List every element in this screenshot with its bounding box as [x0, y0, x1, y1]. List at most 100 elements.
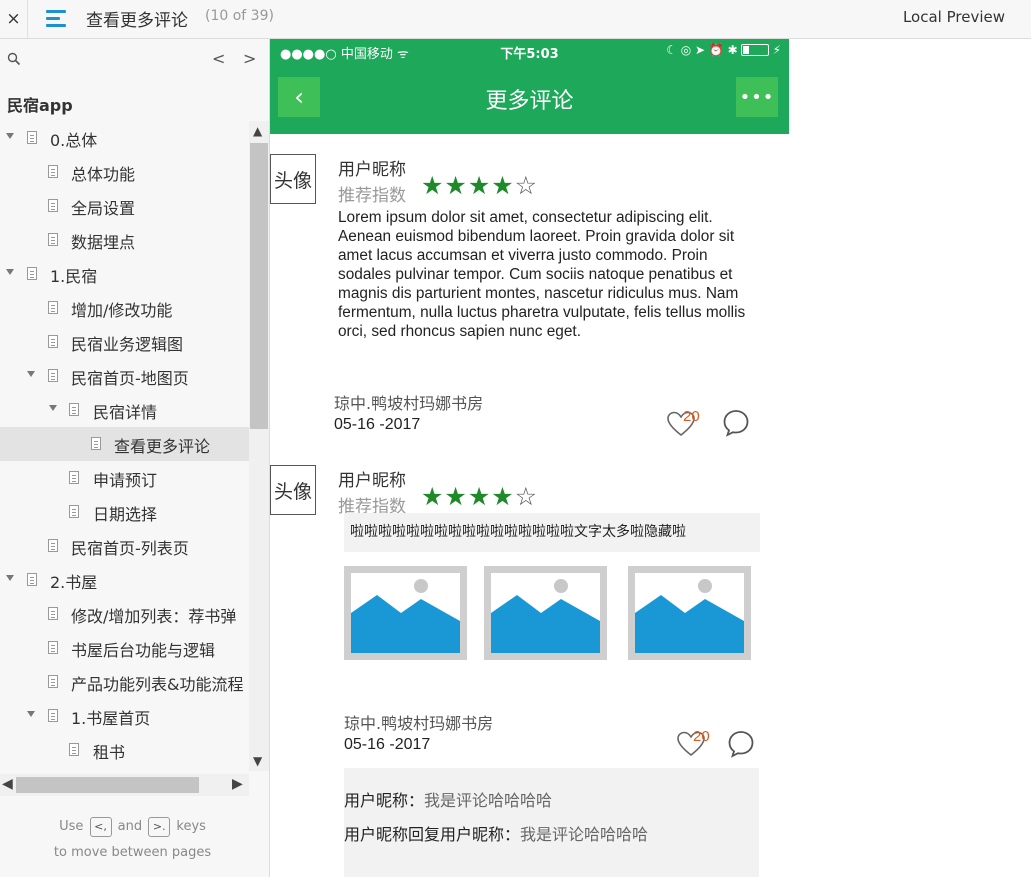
tree-item-label: 增加/修改功能: [71, 301, 173, 320]
review-image[interactable]: [628, 566, 751, 660]
tree-item-label: 产品功能列表&功能流程: [71, 675, 244, 694]
review-image[interactable]: [344, 566, 467, 660]
status-icons: ☾ ◎ ➤ ⏰ ✱ ⚡: [666, 43, 781, 57]
menu-icon[interactable]: [46, 9, 68, 29]
review-text: 啦啦啦啦啦啦啦啦啦啦啦啦啦啦啦啦文字太多啦隐藏啦: [344, 513, 760, 552]
scroll-up-icon[interactable]: ▲: [253, 124, 262, 138]
page-icon: [91, 437, 101, 450]
image-placeholder-icon: [491, 573, 600, 653]
hint-line2: to move between pages: [53, 845, 212, 860]
tree-item-map-home[interactable]: 民宿首页-地图页: [0, 359, 249, 393]
tree-item-donate-book[interactable]: 捐书: [0, 767, 249, 771]
hint-use: Use: [59, 819, 84, 834]
tree-item-label: 数据埋点: [71, 233, 136, 252]
page-icon: [48, 675, 58, 688]
reply-item[interactable]: 用户昵称回复用户昵称：我是评论哈哈哈哈: [344, 821, 648, 845]
reply-item[interactable]: 用户昵称：我是评论哈哈哈哈: [344, 787, 552, 811]
review-date: 05-16 -2017: [334, 416, 421, 433]
expand-arrow-icon[interactable]: [6, 575, 14, 581]
stars-filled: ★★★★: [421, 171, 515, 200]
scroll-thumb[interactable]: [16, 777, 199, 793]
more-button[interactable]: •••: [736, 77, 778, 117]
hint-keys: keys: [176, 819, 206, 834]
prev-page-button[interactable]: <: [212, 49, 225, 68]
tree-item-rent-book[interactable]: 租书: [0, 733, 249, 767]
tree-item-feature-list[interactable]: 产品功能列表&功能流程: [0, 665, 249, 699]
tree-item-global-settings[interactable]: 全局设置: [0, 189, 249, 223]
expand-arrow-icon[interactable]: [27, 371, 35, 377]
page-icon: [69, 743, 79, 756]
tree-item-label: 租书: [93, 743, 126, 762]
tree-item-label: 2.书屋: [50, 573, 98, 592]
expand-arrow-icon[interactable]: [27, 711, 35, 717]
page-icon: [48, 301, 58, 314]
review-location: 琼中.鸭坡村玛娜书房: [334, 394, 484, 413]
tree-item-more-reviews[interactable]: 查看更多评论: [0, 427, 249, 461]
reply-author: 用户昵称：: [344, 791, 425, 810]
tree-item-booking[interactable]: 申请预订: [0, 461, 249, 495]
tree-item-overall-features[interactable]: 总体功能: [0, 155, 249, 189]
avatar[interactable]: 头像: [270, 154, 316, 204]
expand-arrow-icon[interactable]: [6, 133, 14, 139]
hint-and: and: [117, 819, 143, 834]
page-icon: [48, 607, 58, 620]
rating-label: 推荐指数: [338, 186, 406, 206]
tree-item-backend-logic[interactable]: 书屋后台功能与逻辑: [0, 631, 249, 665]
nav-bar: ‹ 更多评论 •••: [270, 64, 789, 134]
user-nickname: 用户昵称: [338, 471, 406, 491]
scroll-down-icon[interactable]: ▼: [253, 754, 262, 768]
like-count: 20: [693, 728, 710, 745]
reply-text: 我是评论哈哈哈哈: [424, 791, 553, 810]
tree-item-label: 1.书屋首页: [71, 709, 151, 728]
page-icon: [27, 267, 37, 280]
page-icon: [48, 641, 58, 654]
scroll-thumb[interactable]: [250, 143, 268, 429]
tree-item-data-tracking[interactable]: 数据埋点: [0, 223, 249, 257]
sidebar: < > 民宿app 0.总体 总体功能 全局设置 数据埋点 1.民宿 增加/修改: [0, 39, 270, 877]
tree-item-homestay[interactable]: 1.民宿: [0, 257, 249, 291]
vertical-scrollbar[interactable]: ▲ ▼: [249, 121, 269, 771]
expand-arrow-icon[interactable]: [6, 269, 14, 275]
stars-empty: ☆: [514, 482, 539, 511]
page-icon: [48, 369, 58, 382]
expand-arrow-icon[interactable]: [49, 405, 57, 411]
project-title: 民宿app: [7, 96, 73, 115]
comment-icon[interactable]: [721, 408, 751, 438]
next-key-icon: >.: [148, 816, 171, 837]
tree-item-bookhouse-home[interactable]: 1.书屋首页: [0, 699, 249, 733]
scroll-right-icon[interactable]: ▶: [232, 776, 243, 792]
nav-title: 更多评论: [485, 89, 574, 114]
review-location: 琼中.鸭坡村玛娜书房: [344, 714, 494, 733]
tree-item-add-modify[interactable]: 增加/修改功能: [0, 291, 249, 325]
tree-item-homestay-detail[interactable]: 民宿详情: [0, 393, 249, 427]
tree-item-label: 修改/增加列表：荐书弹: [71, 607, 237, 626]
horizontal-scrollbar[interactable]: ◀ ▶: [0, 774, 249, 796]
image-placeholder-icon: [351, 573, 460, 653]
tree-item-label: 日期选择: [93, 505, 158, 524]
page-icon: [27, 573, 37, 586]
page-icon: [48, 233, 58, 246]
search-icon[interactable]: [7, 52, 21, 66]
next-page-button[interactable]: >: [243, 49, 256, 68]
tree-item-label: 民宿详情: [93, 403, 158, 422]
tree-item-overview[interactable]: 0.总体: [0, 121, 249, 155]
page-icon: [69, 505, 79, 518]
review-image[interactable]: [484, 566, 607, 660]
comment-icon[interactable]: [726, 729, 756, 759]
tree-item-business-logic[interactable]: 民宿业务逻辑图: [0, 325, 249, 359]
scroll-left-icon[interactable]: ◀: [2, 776, 13, 792]
avatar[interactable]: 头像: [270, 465, 316, 515]
user-nickname: 用户昵称: [338, 160, 406, 180]
tree-item-bookhouse[interactable]: 2.书屋: [0, 563, 249, 597]
phone-preview: ●●●●○ 中国移动 ᯤ 下午5:03 ☾ ◎ ➤ ⏰ ✱ ⚡ ‹ 更多评论 •…: [270, 39, 789, 877]
page-icon: [48, 165, 58, 178]
tree-item-modify-list[interactable]: 修改/增加列表：荐书弹: [0, 597, 249, 631]
review-text: Lorem ipsum dolor sit amet, consectetur …: [338, 209, 746, 340]
tree-item-list-home[interactable]: 民宿首页-列表页: [0, 529, 249, 563]
page-icon: [48, 539, 58, 552]
close-button[interactable]: ×: [0, 0, 28, 38]
tree-item-date-picker[interactable]: 日期选择: [0, 495, 249, 529]
status-bar: ●●●●○ 中国移动 ᯤ 下午5:03 ☾ ◎ ➤ ⏰ ✱ ⚡: [270, 39, 789, 64]
page-icon: [48, 199, 58, 212]
top-bar: × 查看更多评论 (10 of 39) Local Preview: [0, 0, 1031, 39]
